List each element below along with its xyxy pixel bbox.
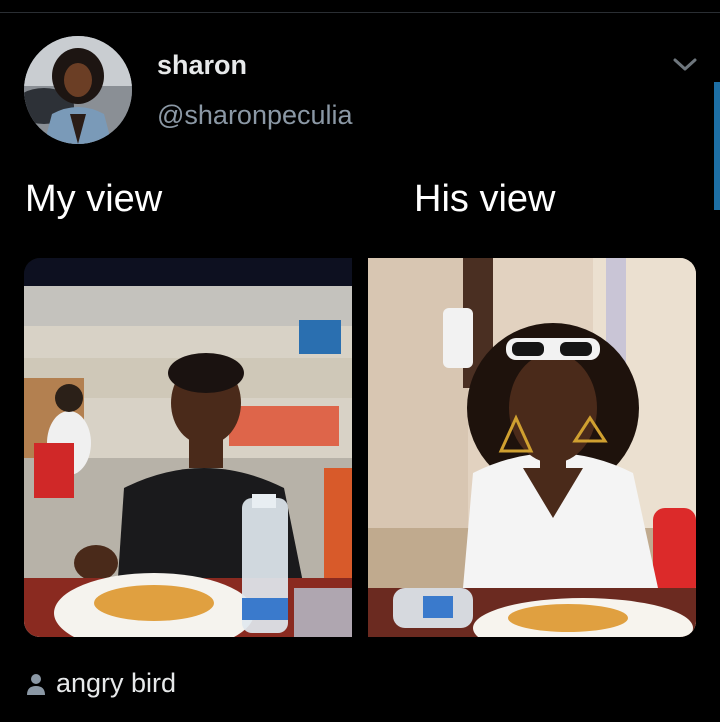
my-view-photo[interactable] bbox=[24, 258, 352, 637]
restaurant-man-eating-photo bbox=[24, 258, 352, 637]
avatar[interactable] bbox=[24, 36, 132, 144]
top-divider bbox=[0, 12, 720, 13]
chevron-down-icon[interactable] bbox=[672, 56, 698, 74]
caption-my-view: My view bbox=[25, 178, 163, 220]
tagged-user-name: angry bird bbox=[56, 668, 177, 698]
scrollbar-thumb[interactable] bbox=[714, 82, 720, 210]
his-view-photo[interactable] bbox=[368, 258, 696, 637]
restaurant-woman-sunglasses-photo bbox=[368, 258, 696, 637]
avatar-photo bbox=[24, 36, 132, 144]
author-display-name[interactable]: sharon bbox=[157, 50, 247, 81]
author-handle[interactable]: @sharonpeculia bbox=[157, 100, 353, 131]
tagged-user-link[interactable]: angry bird bbox=[26, 668, 176, 699]
person-icon bbox=[27, 673, 45, 695]
caption-his-view: His view bbox=[414, 178, 556, 220]
